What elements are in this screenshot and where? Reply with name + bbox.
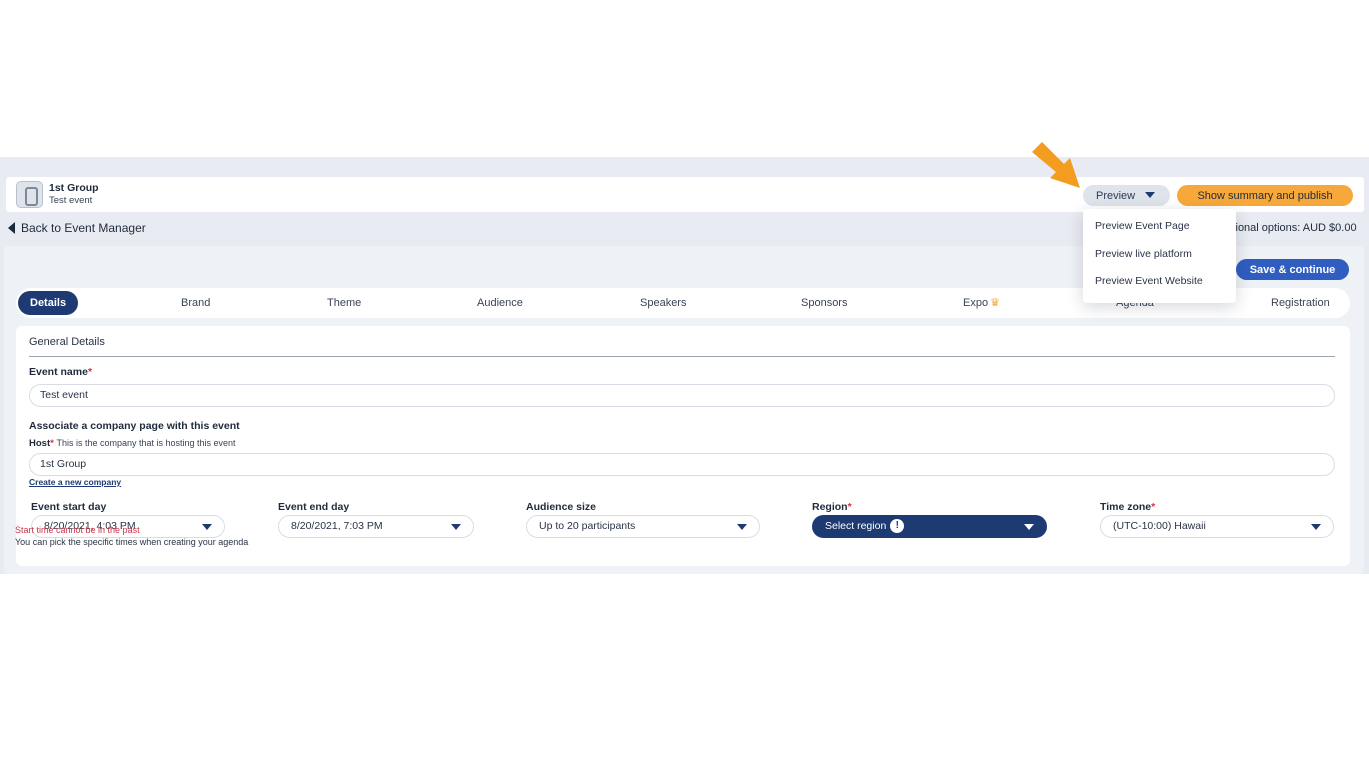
chevron-down-icon <box>451 524 461 530</box>
save-continue-button[interactable]: Save & continue <box>1236 259 1349 280</box>
tab-expo-label: Expo <box>963 297 989 309</box>
event-name-label: Event name* <box>29 366 93 378</box>
event-name-subtitle: Test event <box>49 195 93 206</box>
group-name: 1st Group <box>49 182 99 194</box>
event-end-label: Event end day <box>278 501 350 513</box>
time-zone-label: Time zone* <box>1100 501 1156 513</box>
host-note: This is the company that is hosting this… <box>56 438 236 448</box>
callout-arrow-icon <box>1032 142 1080 188</box>
audience-size-label: Audience size <box>526 501 597 513</box>
preview-button[interactable]: Preview <box>1083 185 1170 206</box>
preview-button-label: Preview <box>1096 189 1136 202</box>
create-new-company-link[interactable]: Create a new company <box>29 477 121 487</box>
section-divider <box>29 356 1335 357</box>
additional-options-total: itional options: AUD $0.00 <box>1230 222 1357 234</box>
tab-theme[interactable]: Theme <box>327 291 361 315</box>
preview-dropdown-menu: Preview Event Page Preview live platform… <box>1083 209 1236 303</box>
general-details-card: General Details Event name* Test event A… <box>16 326 1350 566</box>
audience-size-select[interactable]: Up to 20 participants <box>526 515 760 538</box>
show-summary-publish-button[interactable]: Show summary and publish <box>1177 185 1353 206</box>
tab-speakers[interactable]: Speakers <box>640 291 686 315</box>
back-arrow-icon <box>8 222 15 234</box>
region-label: Region* <box>812 501 852 513</box>
start-time-error: Start time cannot be in the past <box>15 525 140 535</box>
event-end-select[interactable]: 8/20/2021, 7:03 PM <box>278 515 474 538</box>
tab-registration[interactable]: Registration <box>1271 291 1330 315</box>
event-header: 1st Group Test event Preview Show summar… <box>6 177 1364 212</box>
tab-audience[interactable]: Audience <box>477 291 523 315</box>
info-icon: ! <box>890 519 905 534</box>
section-title: General Details <box>29 336 105 348</box>
chevron-down-icon <box>1311 524 1321 530</box>
crown-icon: ♛ <box>990 297 1000 309</box>
back-to-event-manager-link[interactable]: Back to Event Manager <box>8 221 146 235</box>
event-name-input[interactable]: Test event <box>29 384 1335 407</box>
back-label: Back to Event Manager <box>21 221 146 235</box>
chevron-down-icon <box>737 524 747 530</box>
tab-details[interactable]: Details <box>18 291 79 315</box>
menu-item-preview-event-website[interactable]: Preview Event Website <box>1095 275 1203 287</box>
menu-item-preview-event-page[interactable]: Preview Event Page <box>1095 220 1190 232</box>
host-input[interactable]: 1st Group <box>29 453 1335 476</box>
agenda-hint: You can pick the specific times when cre… <box>15 537 249 547</box>
group-logo-icon <box>16 181 43 208</box>
associate-company-label: Associate a company page with this event <box>29 420 240 432</box>
tab-expo[interactable]: Expo ♛ <box>963 291 1000 315</box>
chevron-down-icon <box>1145 192 1155 198</box>
chevron-down-icon <box>1024 524 1034 530</box>
tab-brand[interactable]: Brand <box>181 291 210 315</box>
region-select[interactable]: Select region! <box>812 515 1047 538</box>
time-zone-select[interactable]: (UTC-10:00) Hawaii <box>1100 515 1334 538</box>
chevron-down-icon <box>202 524 212 530</box>
tab-sponsors[interactable]: Sponsors <box>801 291 847 315</box>
menu-item-preview-live-platform[interactable]: Preview live platform <box>1095 248 1192 260</box>
event-start-label: Event start day <box>31 501 107 513</box>
host-label: Host* This is the company that is hostin… <box>29 438 236 449</box>
